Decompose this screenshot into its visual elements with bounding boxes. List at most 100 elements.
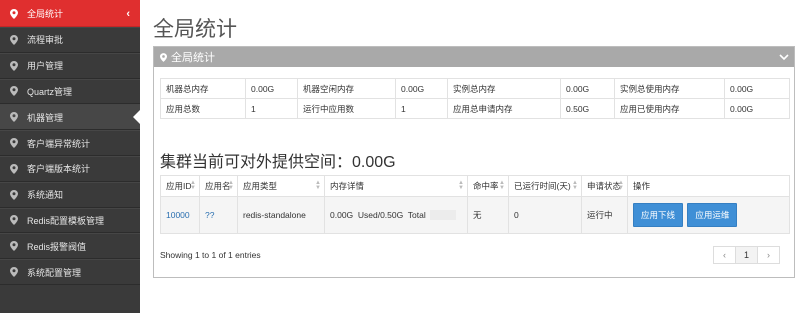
map-pin-icon <box>10 138 18 149</box>
stat-value: 0.00G <box>395 78 448 99</box>
sort-icon: ▲ ▼ <box>228 180 234 191</box>
stat-label: 机器总内存 <box>160 78 246 99</box>
sidebar-item-label: 流程审批 <box>27 35 64 46</box>
column-header-memory[interactable]: 内存详情 ▲ ▼ <box>324 175 468 197</box>
stat-label: 实例总使用内存 <box>614 78 725 99</box>
sidebar-item-label: 系统配置管理 <box>27 267 82 278</box>
status-cell: 运行中 <box>581 196 628 234</box>
sidebar-item-label: 客户端版本统计 <box>27 164 91 175</box>
sidebar-item-redis-config-templates[interactable]: Redis配置模板管理 <box>0 207 140 234</box>
sidebar-item-system-config[interactable]: 系统配置管理 <box>0 259 140 285</box>
sort-icon: ▲ ▼ <box>315 180 321 191</box>
stat-value: 1 <box>245 98 298 119</box>
panel-title: 全局统计 <box>171 52 215 64</box>
stat-value: 0.00G <box>724 98 790 119</box>
sidebar-item-quartz-management[interactable]: Quartz管理 <box>0 78 140 105</box>
stat-label: 应用已使用内存 <box>614 98 725 119</box>
column-header-hit-rate[interactable]: 命中率 ▲ ▼ <box>467 175 509 197</box>
prev-page-button[interactable]: ‹ <box>713 246 736 264</box>
global-stats-panel: 全局统计 机器总内存 0.00G 机器空闲内存 0.00G 实例总内存 0.00… <box>153 46 795 278</box>
map-pin-icon <box>10 8 18 19</box>
table-header-row: 应用ID ▲ ▼ 应用名 ▲ ▼ 应用类型 ▲ ▼ 内存详情 ▲ ▼ 命中率 ▲ ▼ 已运行时间(天… <box>160 175 790 197</box>
sort-asc-icon: ▲ ▼ <box>190 180 196 191</box>
app-ops-button[interactable]: 应用运维 <box>687 203 738 227</box>
column-header-app-name[interactable]: 应用名 ▲ ▼ <box>199 175 238 197</box>
sidebar-item-user-management[interactable]: 用户管理 <box>0 52 140 79</box>
active-caret-icon <box>133 110 140 125</box>
stat-value: 0.00G <box>724 78 790 99</box>
map-pin-icon <box>10 215 18 226</box>
map-pin-icon <box>10 112 18 123</box>
sidebar-item-machine-management[interactable]: 机器管理 <box>0 104 140 131</box>
table-row: 10000 ?? redis-standalone 0.00G Used/0.5… <box>160 196 790 234</box>
app-offline-button[interactable]: 应用下线 <box>633 203 684 227</box>
sort-icon: ▲ ▼ <box>458 180 464 191</box>
chevron-left-icon[interactable]: ‹ <box>126 8 130 20</box>
stat-label: 应用总数 <box>160 98 246 119</box>
sidebar-item-label: Redis配置模板管理 <box>27 215 105 226</box>
map-pin-icon <box>10 34 18 45</box>
app-id-link[interactable]: 10000 <box>166 210 190 220</box>
stat-label: 实例总内存 <box>447 78 561 99</box>
stats-table: 机器总内存 0.00G 机器空闲内存 0.00G 实例总内存 0.00G 实例总… <box>160 78 790 119</box>
map-pin-icon <box>10 189 18 200</box>
sidebar-item-label: Redis报警阀值 <box>27 241 87 252</box>
sidebar-item-label: 系统通知 <box>27 190 64 201</box>
pagination: ‹ 1 › <box>713 246 780 264</box>
sidebar-item-client-version-stats[interactable]: 客户端版本统计 <box>0 155 140 182</box>
map-pin-icon <box>10 267 18 278</box>
table-row: 应用总数 1 运行中应用数 1 应用总申请内存 0.50G 应用已使用内存 0.… <box>160 98 790 119</box>
next-page-button[interactable]: › <box>757 246 780 264</box>
stat-value: 0.00G <box>560 78 615 99</box>
sidebar-item-workflow-approval[interactable]: 流程审批 <box>0 27 140 53</box>
panel-header: 全局统计 <box>154 47 794 67</box>
hit-rate-cell: 无 <box>467 196 509 234</box>
sidebar: 全局统计 ‹ 流程审批 用户管理 Quartz管理 机器管理 客户端异常统计 客… <box>0 0 140 313</box>
map-pin-icon <box>10 163 18 174</box>
page-1-button[interactable]: 1 <box>735 246 758 264</box>
sidebar-item-label: 全局统计 <box>27 9 64 19</box>
actions-cell: 应用下线 应用运维 <box>627 196 790 234</box>
stat-label: 运行中应用数 <box>297 98 396 119</box>
app-name-cell: ?? <box>199 196 238 234</box>
stat-value: 1 <box>395 98 448 119</box>
sidebar-item-label: Quartz管理 <box>27 86 73 97</box>
sidebar-item-system-notice[interactable]: 系统通知 <box>0 181 140 208</box>
app-id-cell: 10000 <box>160 196 200 234</box>
column-header-uptime[interactable]: 已运行时间(天) ▲ ▼ <box>508 175 582 197</box>
sidebar-item-global-stats[interactable]: 全局统计 ‹ <box>0 0 140 27</box>
table-row: 机器总内存 0.00G 机器空闲内存 0.00G 实例总内存 0.00G 实例总… <box>160 78 790 99</box>
page-title: 全局统计 <box>153 18 237 41</box>
apps-table: 应用ID ▲ ▼ 应用名 ▲ ▼ 应用类型 ▲ ▼ 内存详情 ▲ ▼ 命中率 ▲ ▼ 已运行时间(天… <box>160 175 790 234</box>
column-header-app-type[interactable]: 应用类型 ▲ ▼ <box>237 175 325 197</box>
sort-icon: ▲ ▼ <box>572 180 578 191</box>
map-pin-icon <box>160 52 167 62</box>
sort-icon: ▲ ▼ <box>499 180 505 191</box>
sidebar-item-label: 用户管理 <box>27 61 64 72</box>
column-header-status[interactable]: 申请状态 ▲ ▼ <box>581 175 628 197</box>
stat-label: 机器空闲内存 <box>297 78 396 99</box>
sort-icon: ▲ ▼ <box>618 180 624 191</box>
stat-value: 0.50G <box>560 98 615 119</box>
memory-detail: 0.00G Used/0.50G Total <box>330 209 426 220</box>
stat-value: 0.00G <box>245 78 298 99</box>
column-header-actions: 操作 <box>627 175 790 197</box>
memory-bar <box>429 210 456 221</box>
sidebar-item-label: 机器管理 <box>27 112 64 123</box>
sidebar-item-redis-alert-thresholds[interactable]: Redis报警阀值 <box>0 233 140 260</box>
main-content: 全局统计 全局统计 机器总内存 0.00G 机器空闲内存 0.00G 实例总内存… <box>140 0 800 313</box>
chevron-down-icon[interactable] <box>779 52 789 62</box>
map-pin-icon <box>10 60 18 71</box>
memory-cell: 0.00G Used/0.50G Total <box>324 196 468 234</box>
app-name-link[interactable]: ?? <box>205 210 214 220</box>
map-pin-icon <box>10 241 18 252</box>
stat-label: 应用总申请内存 <box>447 98 561 119</box>
column-header-app-id[interactable]: 应用ID ▲ ▼ <box>160 175 200 197</box>
available-capacity: 集群当前可对外提供空间：0.00G <box>160 154 396 171</box>
map-pin-icon <box>10 86 18 97</box>
uptime-cell: 0 <box>508 196 582 234</box>
sidebar-item-label: 客户端异常统计 <box>27 138 91 149</box>
sidebar-item-client-exception-stats[interactable]: 客户端异常统计 <box>0 130 140 156</box>
app-type-cell: redis-standalone <box>237 196 325 234</box>
table-info: Showing 1 to 1 of 1 entries <box>160 250 261 260</box>
